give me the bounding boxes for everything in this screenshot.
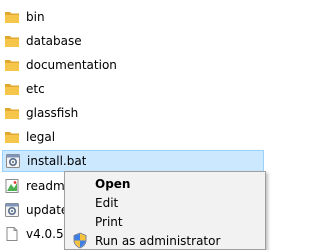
list-item-folder-documentation[interactable]: documentation [2,53,264,77]
list-item-folder-legal[interactable]: legal [2,125,264,149]
folder-icon [5,132,19,143]
batch-file-gear-icon [5,203,19,217]
list-item-folder-database[interactable]: database [2,29,264,53]
file-name: etc [26,82,45,96]
file-name: bin [26,10,45,24]
menu-item-label: Print [95,214,123,229]
file-name: database [26,34,82,48]
menu-item-label: Open [95,176,131,191]
file-name: install.bat [27,154,87,168]
menu-item-run-as-administrator[interactable]: Run as administrator [65,231,265,250]
list-item-folder-etc[interactable]: etc [2,77,264,101]
file-name: glassfish [26,106,79,120]
menu-item-print[interactable]: Print [65,212,265,231]
file-name: documentation [26,58,117,72]
menu-item-label: Edit [95,195,119,210]
folder-icon [5,60,19,71]
list-item-folder-bin[interactable]: bin [2,5,264,29]
menu-item-open[interactable]: Open [65,174,265,193]
folder-icon [5,108,19,119]
blank-file-icon [6,227,18,241]
menu-item-edit[interactable]: Edit [65,193,265,212]
file-name: legal [26,130,56,144]
batch-file-gear-icon [6,154,20,168]
html-file-icon [5,179,19,193]
list-item-folder-glassfish[interactable]: glassfish [2,101,264,125]
folder-icon [5,36,19,47]
context-menu: Open Edit Print Run as administrator [64,171,266,250]
list-item-file-install-bat[interactable]: install.bat [2,150,264,172]
menu-item-label: Run as administrator [95,233,221,248]
uac-shield-icon [73,232,87,249]
folder-icon [5,84,19,95]
folder-icon [5,12,19,23]
